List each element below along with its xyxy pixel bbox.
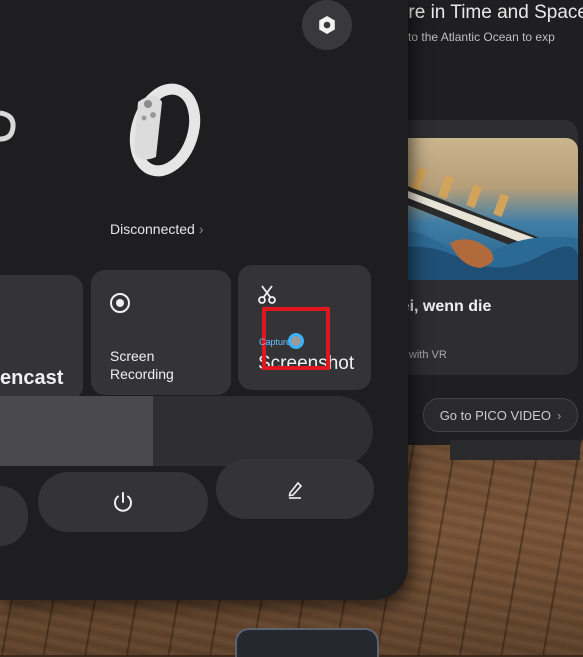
controller-status-link[interactable]: Disconnected › [110,221,204,237]
left-action-button[interactable] [0,486,28,546]
controller-status: Disconnected [110,221,195,237]
chevron-right-icon: › [556,407,562,423]
brightness-slider[interactable] [0,396,373,466]
scissors-icon [258,285,276,304]
record-icon [110,293,130,313]
power-button[interactable] [38,472,208,532]
go-to-pico-video-label: Go to PICO VIDEO [439,407,551,423]
bottom-dock[interactable] [235,628,379,657]
edit-button[interactable] [216,459,374,519]
cursor-pointer-icon [288,333,304,349]
pencil-icon [288,481,303,499]
chevron-right-icon: › [198,221,204,237]
gear-icon [319,16,335,34]
settings-button[interactable] [302,0,352,50]
left-controller-icon [0,110,16,142]
screencast-label: encast [0,367,64,389]
video-thumbnail [380,138,578,280]
video-panel-footer [450,440,580,460]
video-card[interactable] [380,120,578,375]
screencast-tile[interactable]: encast [0,275,83,400]
video-title: nture in Time and Space: [382,2,583,23]
power-icon [114,492,132,512]
cursor-tooltip: Capture [259,337,292,347]
right-controller-icon [129,83,201,177]
screen-recording-label-line2: Recording [110,366,174,382]
quick-settings-panel: Disconnected › encast Screen Recording Sc… [0,0,408,600]
screen-recording-tile[interactable]: Screen Recording [91,270,231,395]
go-to-pico-video-button[interactable]: Go to PICO VIDEO › [423,398,578,432]
screen-recording-label-line1: Screen [110,348,155,364]
slider-fill [0,396,153,466]
